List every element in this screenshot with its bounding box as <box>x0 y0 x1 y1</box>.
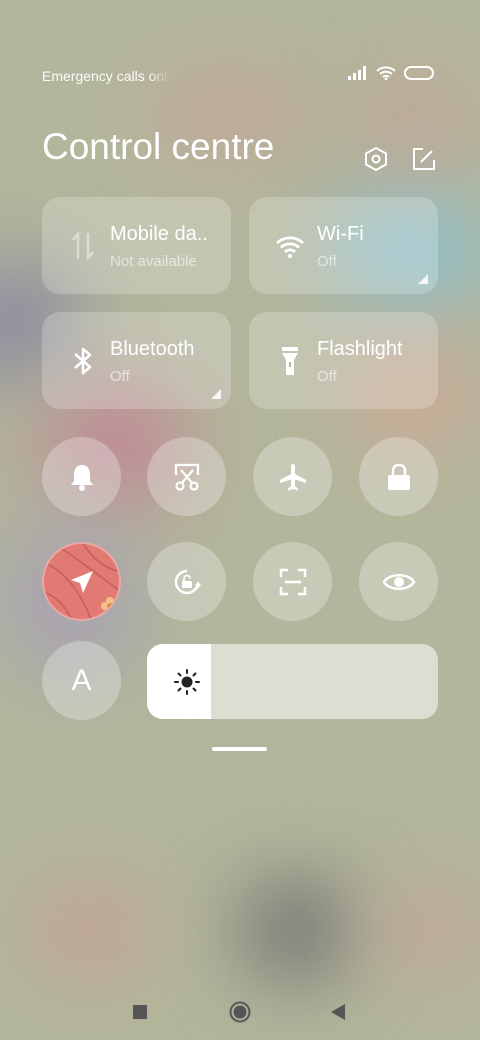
bluetooth-tile[interactable]: Bluetooth Off <box>42 312 231 409</box>
brightness-slider[interactable] <box>147 644 438 719</box>
wifi-tile[interactable]: Wi-Fi Off <box>249 197 438 294</box>
tile-label: Bluetooth <box>110 338 195 360</box>
status-bar: Emergency calls only <box>42 66 434 86</box>
tile-status: Off <box>317 368 337 385</box>
lock-icon <box>387 463 410 490</box>
page-title: Control centre <box>42 126 275 167</box>
edit-icon[interactable] <box>411 146 437 172</box>
rotation-lock-toggle[interactable] <box>147 542 226 621</box>
eye-icon <box>382 573 415 590</box>
wifi-icon <box>276 236 304 258</box>
carrier-text: Emergency calls only <box>42 68 170 84</box>
font-size-toggle[interactable]: A <box>42 641 121 720</box>
reading-mode-toggle[interactable] <box>359 542 438 621</box>
tile-status: Off <box>317 253 337 270</box>
screenshot-icon <box>174 463 199 491</box>
tile-status: Not available <box>110 253 197 270</box>
lock-toggle[interactable] <box>359 437 438 516</box>
back-icon[interactable] <box>330 1003 346 1021</box>
bell-icon <box>70 464 93 491</box>
expand-corner-icon[interactable] <box>418 274 428 284</box>
flower-icon <box>101 597 119 615</box>
flashlight-tile[interactable]: Flashlight Off <box>249 312 438 409</box>
navigation-bar <box>0 982 480 1040</box>
battery-icon <box>404 66 434 80</box>
sound-toggle[interactable] <box>42 437 121 516</box>
sun-icon <box>174 669 200 695</box>
tile-label: Flashlight <box>317 338 403 360</box>
tile-status: Off <box>110 368 130 385</box>
scan-icon <box>279 568 306 595</box>
location-toggle[interactable] <box>42 542 121 621</box>
font-size-icon: A <box>71 663 92 697</box>
mobile-data-tile[interactable]: Mobile da.. Not available <box>42 197 231 294</box>
bluetooth-icon <box>74 347 92 375</box>
settings-hexagon-icon[interactable] <box>363 146 389 172</box>
home-icon[interactable] <box>228 1000 252 1024</box>
recents-icon[interactable] <box>132 1004 148 1020</box>
wifi-icon <box>376 66 396 80</box>
screenshot-toggle[interactable] <box>147 437 226 516</box>
airplane-toggle[interactable] <box>253 437 332 516</box>
tile-label: Mobile da.. <box>110 223 208 245</box>
flashlight-icon <box>282 347 298 375</box>
rotation-lock-icon <box>174 569 201 594</box>
drag-handle[interactable] <box>212 747 267 751</box>
expand-corner-icon[interactable] <box>211 389 221 399</box>
airplane-icon <box>279 463 306 490</box>
signal-icon <box>348 66 366 80</box>
tile-label: Wi-Fi <box>317 223 364 245</box>
location-icon <box>70 570 93 593</box>
mobile-data-icon <box>72 231 94 261</box>
scan-toggle[interactable] <box>253 542 332 621</box>
